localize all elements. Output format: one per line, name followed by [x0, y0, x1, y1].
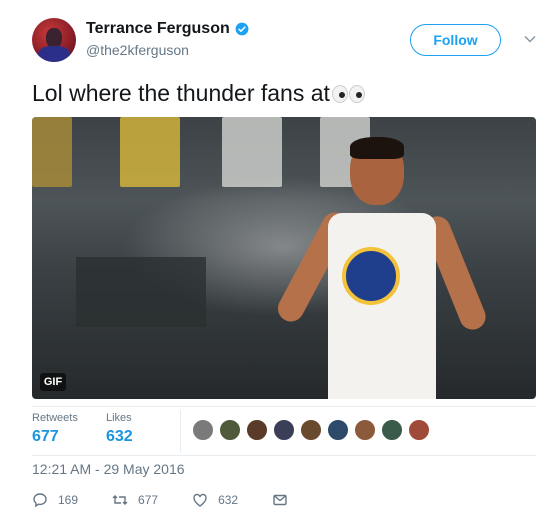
- reply-count: 169: [58, 493, 79, 507]
- verified-badge-icon: [235, 22, 249, 36]
- avatar-shirt: [38, 46, 70, 62]
- eye-right: [348, 84, 365, 103]
- tweet-actions: 169 677 632: [32, 490, 322, 510]
- eye-left: [331, 84, 348, 103]
- liker-avatar[interactable]: [273, 419, 295, 441]
- divider-bottom: [32, 455, 536, 456]
- liker-avatar[interactable]: [381, 419, 403, 441]
- author-handle[interactable]: @the2kferguson: [86, 42, 189, 58]
- avatar-face: [46, 28, 62, 48]
- follow-button[interactable]: Follow: [410, 24, 501, 56]
- player-hair: [350, 137, 404, 159]
- tweet-stats: Retweets 677 Likes 632: [32, 410, 536, 454]
- tweet-text-content: Lol where the thunder fans at: [32, 80, 330, 106]
- avatar[interactable]: [32, 18, 76, 62]
- liker-avatar[interactable]: [192, 419, 214, 441]
- retweet-icon: [112, 495, 128, 505]
- liker-avatar[interactable]: [246, 419, 268, 441]
- likes-value: 632: [106, 428, 133, 445]
- gif-badge: GIF: [40, 373, 66, 391]
- like-button[interactable]: 632: [192, 492, 238, 508]
- retweet-button[interactable]: 677: [112, 492, 158, 508]
- message-button[interactable]: [272, 492, 288, 508]
- divider-top: [32, 406, 536, 407]
- tweet-text: Lol where the thunder fans at: [32, 80, 366, 107]
- tweet-header: Terrance Ferguson @the2kferguson Follow: [32, 18, 537, 64]
- message-icon: [273, 494, 287, 506]
- reply-icon: [33, 493, 47, 508]
- banner-1: [32, 117, 72, 187]
- tweet-timestamp[interactable]: 12:21 AM - 29 May 2016: [32, 461, 185, 477]
- player-jersey: [328, 213, 436, 399]
- jersey-logo: [342, 247, 400, 305]
- liker-avatar[interactable]: [354, 419, 376, 441]
- author-name[interactable]: Terrance Ferguson: [86, 20, 230, 38]
- backboard: [76, 257, 206, 327]
- chevron-down-icon[interactable]: [523, 32, 537, 46]
- liker-avatar[interactable]: [327, 419, 349, 441]
- stats-divider: [180, 410, 181, 452]
- likes-label: Likes: [106, 412, 132, 424]
- gif-media[interactable]: [32, 117, 536, 399]
- eyes-emoji-icon: [331, 84, 366, 103]
- like-count: 632: [218, 493, 239, 507]
- retweet-count: 677: [138, 493, 159, 507]
- reply-button[interactable]: 169: [32, 492, 78, 508]
- name-row[interactable]: Terrance Ferguson: [86, 20, 249, 38]
- liker-avatar[interactable]: [408, 419, 430, 441]
- liker-avatar[interactable]: [300, 419, 322, 441]
- retweets-stat[interactable]: Retweets 677: [32, 412, 78, 446]
- likes-stat[interactable]: Likes 632: [106, 412, 133, 446]
- liker-avatar[interactable]: [219, 419, 241, 441]
- liker-avatars: [192, 419, 435, 441]
- retweets-label: Retweets: [32, 412, 78, 424]
- retweets-value: 677: [32, 428, 59, 445]
- heart-icon: [193, 493, 207, 507]
